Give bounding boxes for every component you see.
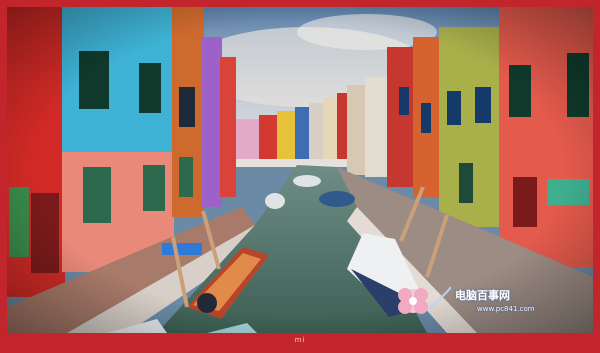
bezel-brand-label: mi bbox=[294, 336, 306, 344]
tv-screen-photo: 电脑百事网 www.pc841.com bbox=[7, 7, 593, 333]
watermark: 电脑百事网 www.pc841.com bbox=[377, 277, 577, 325]
watermark-url: www.pc841.com bbox=[477, 305, 535, 313]
watermark-site-name: 电脑百事网 bbox=[455, 289, 510, 302]
flower-logo-icon bbox=[398, 286, 451, 314]
tv-bezel: 电脑百事网 www.pc841.com mi bbox=[0, 0, 600, 353]
